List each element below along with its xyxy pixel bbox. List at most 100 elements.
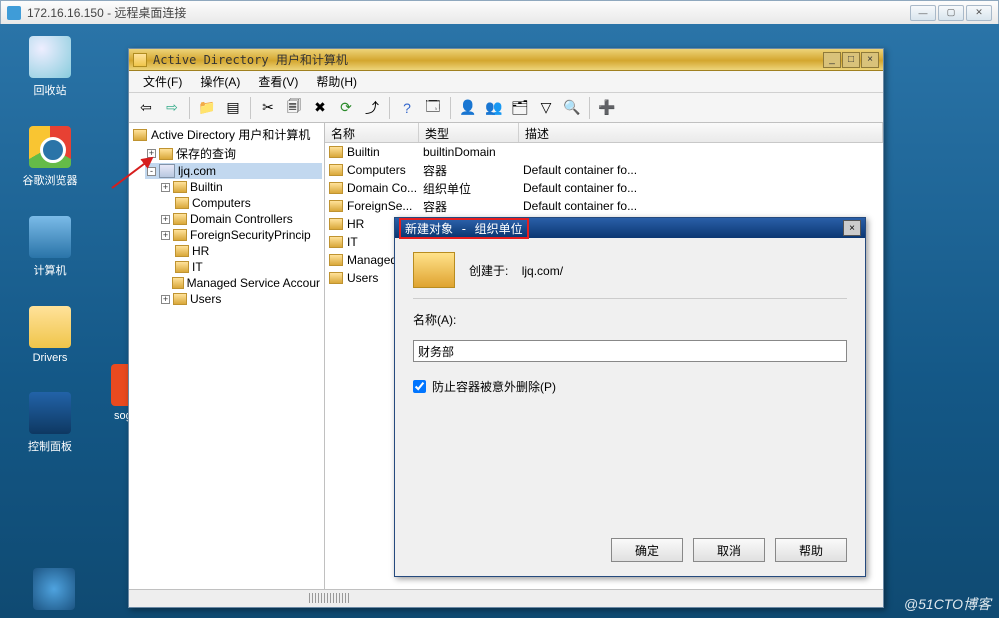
cut-button[interactable]: ✂ xyxy=(257,97,279,119)
desktop-icon-control-panel[interactable]: 控制面板 xyxy=(18,392,82,454)
tree-pane[interactable]: Active Directory 用户和计算机 +保存的查询 -ljq.com … xyxy=(129,123,325,589)
tree-label: Managed Service Accour xyxy=(187,276,320,290)
cell-name: Domain Co... xyxy=(347,181,417,195)
protect-checkbox[interactable] xyxy=(413,380,426,393)
menu-view[interactable]: 查看(V) xyxy=(250,71,306,92)
icon-label: 谷歌浏览器 xyxy=(23,172,78,188)
tree-node[interactable]: Managed Service Accour xyxy=(159,275,322,291)
tree-node-saved-queries[interactable]: +保存的查询 xyxy=(145,144,322,163)
show-hide-button[interactable]: ▤ xyxy=(222,97,244,119)
new-ou-button[interactable]: 🗂 xyxy=(509,97,531,119)
expander-icon[interactable]: + xyxy=(161,215,170,224)
col-header-desc[interactable]: 描述 xyxy=(519,123,883,142)
folder-icon xyxy=(329,254,343,266)
list-item[interactable]: ForeignSe...容器Default container fo... xyxy=(325,197,883,215)
recycle-bin-icon xyxy=(29,36,71,78)
list-item[interactable]: BuiltinbuiltinDomain xyxy=(325,143,883,161)
col-header-type[interactable]: 类型 xyxy=(419,123,519,142)
col-header-name[interactable]: 名称 xyxy=(325,123,419,142)
splitter-grip[interactable] xyxy=(309,593,349,603)
folder-icon xyxy=(173,213,187,225)
desktop-icon-chrome[interactable]: 谷歌浏览器 xyxy=(18,126,82,188)
desktop-icon-computer[interactable]: 计算机 xyxy=(18,216,82,278)
help-button[interactable]: ? xyxy=(396,97,418,119)
tree-node[interactable]: +Domain Controllers xyxy=(159,211,322,227)
maximize-button[interactable]: ▢ xyxy=(938,5,964,21)
find-button[interactable]: 🔍 xyxy=(561,97,583,119)
copy-button[interactable]: 🗐 xyxy=(283,97,305,119)
up-button[interactable]: 📁 xyxy=(196,97,218,119)
refresh-button[interactable]: ⟳ xyxy=(335,97,357,119)
tree-node-domain[interactable]: -ljq.com xyxy=(145,163,322,179)
menu-file[interactable]: 文件(F) xyxy=(135,71,190,92)
help-button[interactable]: 帮助 xyxy=(775,538,847,562)
menu-action[interactable]: 操作(A) xyxy=(192,71,248,92)
desktop-icon-settings[interactable] xyxy=(22,568,86,610)
dialog-titlebar[interactable]: 新建对象 - 组织单位 × xyxy=(395,218,865,238)
desktop-icon-recycle[interactable]: 回收站 xyxy=(18,36,82,98)
filter-icon: ▽ xyxy=(541,99,552,116)
tree-root[interactable]: Active Directory 用户和计算机 xyxy=(131,125,322,144)
gear-icon xyxy=(33,568,75,610)
expander-icon[interactable]: + xyxy=(161,295,170,304)
folder-icon xyxy=(133,53,147,67)
folder-icon xyxy=(29,306,71,348)
list-item[interactable]: Computers容器Default container fo... xyxy=(325,161,883,179)
back-button[interactable]: ⇦ xyxy=(135,97,157,119)
expander-icon[interactable]: + xyxy=(161,231,170,240)
window-controls: _ □ × xyxy=(823,52,879,68)
menu-help[interactable]: 帮助(H) xyxy=(308,71,365,92)
folder-icon xyxy=(173,229,187,241)
tree-node[interactable]: HR xyxy=(159,243,322,259)
properties-button[interactable]: 🗔 xyxy=(422,97,444,119)
desktop: 回收站 谷歌浏览器 计算机 Drivers 控制面板 sogou_ Active… xyxy=(0,24,999,618)
forward-button[interactable]: ⇨ xyxy=(161,97,183,119)
maximize-button[interactable]: □ xyxy=(842,52,860,68)
desktop-icon-drivers[interactable]: Drivers xyxy=(18,306,82,364)
find-icon: 🔍 xyxy=(563,99,580,116)
expander-icon[interactable]: - xyxy=(147,167,156,176)
properties-icon: 🗔 xyxy=(425,96,440,120)
close-button[interactable]: × xyxy=(861,52,879,68)
ok-button[interactable]: 确定 xyxy=(611,538,683,562)
cancel-button[interactable]: 取消 xyxy=(693,538,765,562)
cell-type: builtinDomain xyxy=(419,145,519,159)
filter-button[interactable]: ▽ xyxy=(535,97,557,119)
back-arrow-icon: ⇦ xyxy=(140,99,152,116)
minimize-button[interactable]: — xyxy=(910,5,936,21)
rdp-title: 172.16.16.150 - 远程桌面连接 xyxy=(27,4,186,21)
list-item[interactable]: Domain Co...组织单位Default container fo... xyxy=(325,179,883,197)
new-user-button[interactable]: 👤 xyxy=(457,97,479,119)
tree-label: Computers xyxy=(192,196,251,210)
chrome-icon xyxy=(29,126,71,168)
expander-icon[interactable]: + xyxy=(161,183,170,192)
rdp-titlebar: 172.16.16.150 - 远程桌面连接 — ▢ ✕ xyxy=(0,0,999,24)
close-button[interactable]: ✕ xyxy=(966,5,992,21)
tree-node[interactable]: +Users xyxy=(159,291,322,307)
created-in-row: 创建于: ljq.com/ xyxy=(469,262,563,279)
folder-icon xyxy=(329,200,343,212)
ou-dialog-icon xyxy=(413,252,455,288)
tree-node[interactable]: +Builtin xyxy=(159,179,322,195)
folder-icon xyxy=(329,164,343,176)
expander-icon[interactable]: + xyxy=(147,149,156,158)
delete-icon: ✖ xyxy=(314,99,326,116)
delete-button[interactable]: ✖ xyxy=(309,97,331,119)
name-input[interactable] xyxy=(413,340,847,362)
tree-node[interactable]: IT xyxy=(159,259,322,275)
new-group-button[interactable]: 👥 xyxy=(483,97,505,119)
export-button[interactable]: ⤴ xyxy=(361,97,383,119)
protect-checkbox-row[interactable]: 防止容器被意外删除(P) xyxy=(413,378,847,395)
tree-node[interactable]: +ForeignSecurityPrincip xyxy=(159,227,322,243)
cell-name: Computers xyxy=(347,163,406,177)
ad-titlebar[interactable]: Active Directory 用户和计算机 _ □ × xyxy=(129,49,883,71)
folder-icon xyxy=(159,148,173,160)
cell-desc: Default container fo... xyxy=(519,163,883,177)
icon-label: 控制面板 xyxy=(28,438,72,454)
tree-node[interactable]: Computers xyxy=(159,195,322,211)
folder-up-icon: 📁 xyxy=(198,99,215,116)
ou-icon: 🗂 xyxy=(511,99,529,116)
minimize-button[interactable]: _ xyxy=(823,52,841,68)
close-button[interactable]: × xyxy=(843,220,861,236)
add-to-group-button[interactable]: ➕ xyxy=(596,97,618,119)
